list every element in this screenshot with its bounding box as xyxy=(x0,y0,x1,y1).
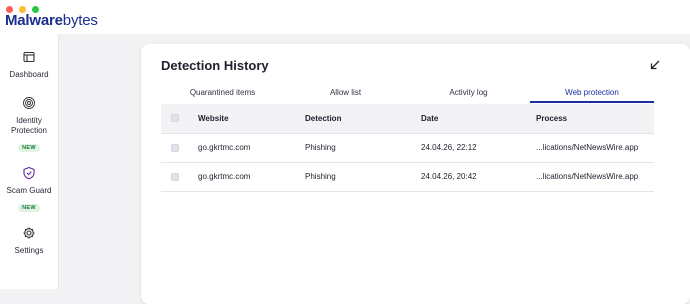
sidebar-item-scam-guard[interactable]: Scam Guard NEW xyxy=(0,166,58,214)
sidebar-item-label: Settings xyxy=(14,246,44,255)
web-protection-table: Website Detection Date Process go.gkrtmc… xyxy=(161,104,654,192)
column-header-detection[interactable]: Detection xyxy=(305,104,341,133)
collapse-arrow-icon[interactable] xyxy=(648,58,662,72)
table-row[interactable]: go.gkrtmc.com Phishing 24.04.26, 20:42 .… xyxy=(161,163,654,192)
dashboard-icon xyxy=(23,51,35,63)
cell-date: 24.04.26, 20:42 xyxy=(421,172,477,181)
logo-light: bytes xyxy=(62,12,98,29)
tab-bar: Quarantined items Allow list Activity lo… xyxy=(161,84,654,105)
sidebar: Dashboard Identity Protection NEW Scam G… xyxy=(0,34,59,289)
sidebar-item-label: Scam Guard xyxy=(6,186,52,195)
cell-detection: Phishing xyxy=(305,143,336,152)
gear-icon xyxy=(23,227,35,239)
new-badge: NEW xyxy=(18,204,40,212)
detection-history-panel: Detection History Quarantined items Allo… xyxy=(141,44,690,304)
cell-website: go.gkrtmc.com xyxy=(198,143,251,152)
sidebar-item-settings[interactable]: Settings xyxy=(0,226,58,256)
logo-bold: Malware xyxy=(5,12,63,29)
tab-allow-list[interactable]: Allow list xyxy=(284,84,407,103)
tab-web-protection[interactable]: Web protection xyxy=(530,84,654,103)
window-titlebar: Malwarebytes xyxy=(0,0,690,34)
tab-activity-log[interactable]: Activity log xyxy=(407,84,530,103)
scam-guard-shield-icon xyxy=(23,166,35,180)
row-checkbox[interactable] xyxy=(171,144,179,152)
fingerprint-icon xyxy=(23,97,35,109)
row-checkbox[interactable] xyxy=(171,173,179,181)
select-all-checkbox[interactable] xyxy=(171,114,179,122)
tab-quarantined-items[interactable]: Quarantined items xyxy=(161,84,284,103)
sidebar-item-label: Identity Protection xyxy=(10,116,48,135)
page-title: Detection History xyxy=(161,58,269,73)
new-badge: NEW xyxy=(18,144,40,152)
column-header-process[interactable]: Process xyxy=(536,104,567,133)
cell-detection: Phishing xyxy=(305,172,336,181)
column-header-date[interactable]: Date xyxy=(421,104,438,133)
sidebar-item-identity-protection[interactable]: Identity Protection NEW xyxy=(0,96,58,154)
cell-website: go.gkrtmc.com xyxy=(198,172,251,181)
table-row[interactable]: go.gkrtmc.com Phishing 24.04.26, 22:12 .… xyxy=(161,134,654,163)
sidebar-item-dashboard[interactable]: Dashboard xyxy=(0,50,58,80)
app-logo: Malwarebytes xyxy=(5,12,98,29)
cell-date: 24.04.26, 22:12 xyxy=(421,143,477,152)
column-header-website[interactable]: Website xyxy=(198,104,229,133)
cell-process: ...lications/NetNewsWire.app xyxy=(536,143,639,152)
sidebar-item-label: Dashboard xyxy=(9,70,49,79)
table-header: Website Detection Date Process xyxy=(161,104,654,134)
cell-process: ...lications/NetNewsWire.app xyxy=(536,172,639,181)
